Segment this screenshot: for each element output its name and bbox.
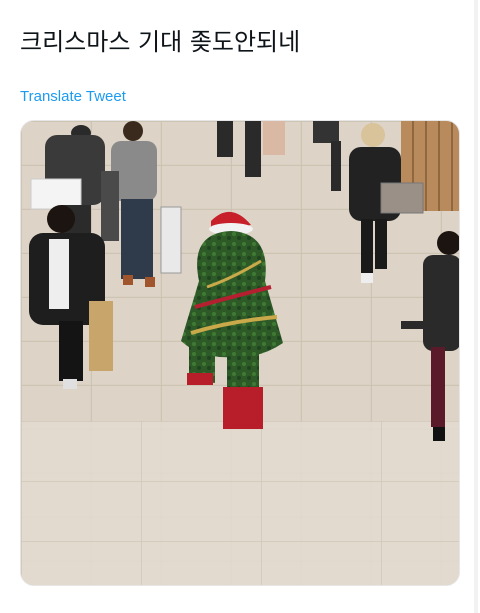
tweet-photo[interactable] <box>20 120 460 586</box>
mall-photo-illustration <box>21 121 459 585</box>
translate-tweet-link[interactable]: Translate Tweet <box>20 88 126 105</box>
tweet-text: 크리스마스 기대 좆도안되네 <box>20 28 301 56</box>
scrollbar[interactable] <box>474 0 478 613</box>
